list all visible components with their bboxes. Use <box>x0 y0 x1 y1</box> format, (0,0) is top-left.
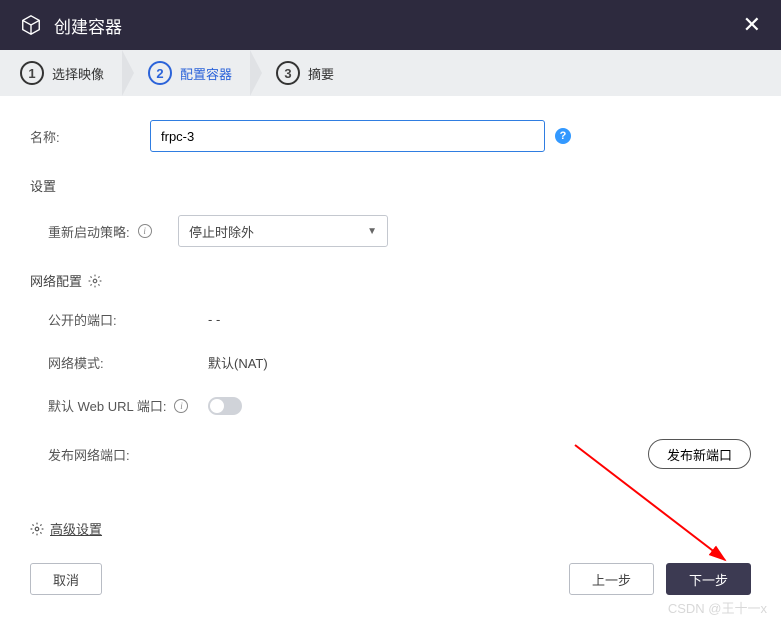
weburl-port-toggle[interactable] <box>208 397 242 415</box>
publish-port-label: 发布网络端口: <box>48 445 208 464</box>
restart-policy-label: 重新启动策略: <box>48 222 130 241</box>
publish-new-port-button[interactable]: 发布新端口 <box>648 439 751 469</box>
watermark: CSDN @王十一x <box>668 598 767 617</box>
close-icon[interactable]: ✕ <box>743 12 761 38</box>
step-2[interactable]: 2 配置容器 <box>148 61 232 85</box>
name-label: 名称: <box>30 127 150 146</box>
dialog-title: 创建容器 <box>54 13 122 38</box>
step-1[interactable]: 1 选择映像 <box>20 61 104 85</box>
dialog-header: 创建容器 ✕ <box>0 0 781 50</box>
next-button[interactable]: 下一步 <box>666 563 751 595</box>
restart-policy-select[interactable]: 停止时除外 ▼ <box>178 215 388 247</box>
chevron-down-icon: ▼ <box>367 226 377 237</box>
step-separator <box>122 50 134 96</box>
exposed-ports-label: 公开的端口: <box>48 310 208 329</box>
info-icon[interactable]: i <box>138 224 152 238</box>
exposed-ports-value: - - <box>208 312 220 327</box>
weburl-port-label: 默认 Web URL 端口: <box>48 396 166 415</box>
cube-icon <box>20 14 42 36</box>
step-3[interactable]: 3 摘要 <box>276 61 334 85</box>
cancel-button[interactable]: 取消 <box>30 563 102 595</box>
advanced-settings-link[interactable]: 高级设置 <box>30 519 751 538</box>
help-icon[interactable]: ? <box>555 128 571 144</box>
network-mode-label: 网络模式: <box>48 353 208 372</box>
network-mode-value: 默认(NAT) <box>208 353 268 372</box>
gear-icon <box>30 522 44 536</box>
settings-section-title: 设置 <box>30 176 751 195</box>
info-icon[interactable]: i <box>174 399 188 413</box>
prev-button[interactable]: 上一步 <box>569 563 654 595</box>
name-input[interactable] <box>150 120 545 152</box>
gear-icon[interactable] <box>88 274 102 288</box>
network-section-title: 网络配置 <box>30 271 751 290</box>
step-separator <box>250 50 262 96</box>
step-bar: 1 选择映像 2 配置容器 3 摘要 <box>0 50 781 96</box>
